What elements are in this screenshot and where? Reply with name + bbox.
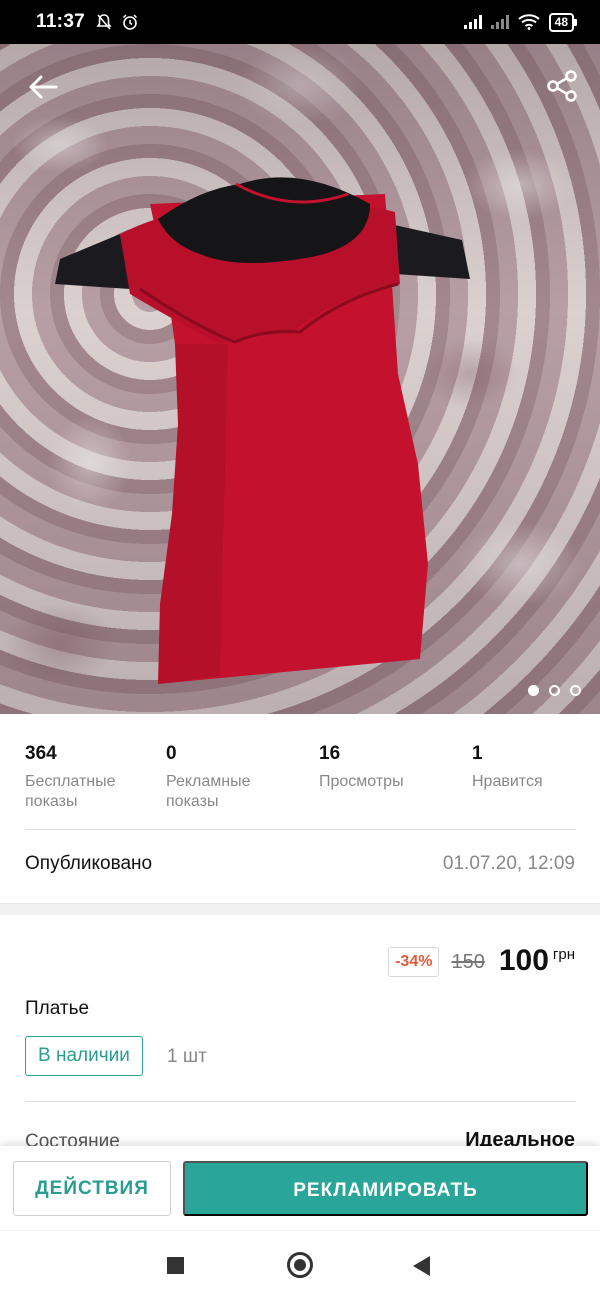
stat-views: 16 Просмотры	[319, 743, 404, 792]
pager-dot[interactable]	[570, 685, 581, 696]
current-price: 100	[498, 944, 549, 977]
old-price: 150	[451, 951, 485, 973]
wifi-icon	[517, 14, 540, 30]
actions-button[interactable]: ДЕЙСТВИЯ	[13, 1161, 171, 1216]
stock-quantity: 1 шт	[167, 1046, 207, 1067]
signal-secondary-icon	[490, 15, 509, 29]
photo-pager[interactable]	[528, 685, 581, 696]
back-icon[interactable]	[413, 1256, 430, 1276]
published-date: 01.07.20, 12:09	[442, 853, 575, 874]
product-photo[interactable]	[0, 44, 600, 714]
promote-button[interactable]: РЕКЛАМИРОВАТЬ	[183, 1161, 588, 1216]
stat-value: 0	[166, 743, 177, 764]
item-title: Платье	[25, 998, 90, 1019]
home-icon[interactable]	[287, 1252, 313, 1278]
stat-value: 364	[25, 743, 57, 764]
stat-label: Просмотры	[319, 773, 404, 790]
alarm-icon	[123, 14, 138, 30]
battery-indicator: 48	[548, 12, 578, 32]
pager-dot[interactable]	[549, 685, 560, 696]
divider	[25, 1101, 576, 1102]
share-icon[interactable]	[544, 68, 580, 104]
stat-label: показы	[166, 793, 219, 810]
status-time: 11:37	[36, 11, 86, 32]
stats-row: 364 Бесплатные показы 0 Рекламные показы 1…	[25, 743, 585, 813]
stat-free-impressions: 364 Бесплатные показы	[25, 743, 116, 812]
stat-label: Нравится	[472, 773, 543, 790]
stat-label: Рекламные	[166, 773, 251, 790]
action-bar: ДЕЙСТВИЯ РЕКЛАМИРОВАТЬ	[0, 1146, 600, 1230]
dress-image	[55, 177, 470, 684]
stat-label: показы	[25, 793, 78, 810]
stat-value: 16	[319, 743, 341, 764]
published-label: Опубликовано	[25, 853, 153, 874]
price-row: -34% 150 100 грн	[388, 944, 575, 978]
divider	[25, 829, 576, 830]
status-bar: 11:37 48	[0, 0, 600, 44]
recents-icon[interactable]	[167, 1257, 184, 1274]
system-nav-bar	[0, 1230, 600, 1299]
stock-status-badge: В наличии	[25, 1036, 143, 1076]
stat-label: Бесплатные	[25, 773, 116, 790]
stat-value: 1	[472, 743, 483, 764]
discount-badge: -34%	[388, 947, 440, 977]
stat-paid-impressions: 0 Рекламные показы	[166, 743, 251, 812]
stat-likes: 1 Нравится	[472, 743, 543, 792]
signal-icon	[463, 15, 482, 29]
section-separator	[0, 903, 600, 915]
back-arrow-icon[interactable]	[26, 70, 60, 104]
currency: грн	[552, 946, 575, 963]
bell-muted-icon	[96, 14, 112, 30]
pager-dot[interactable]	[528, 685, 539, 696]
